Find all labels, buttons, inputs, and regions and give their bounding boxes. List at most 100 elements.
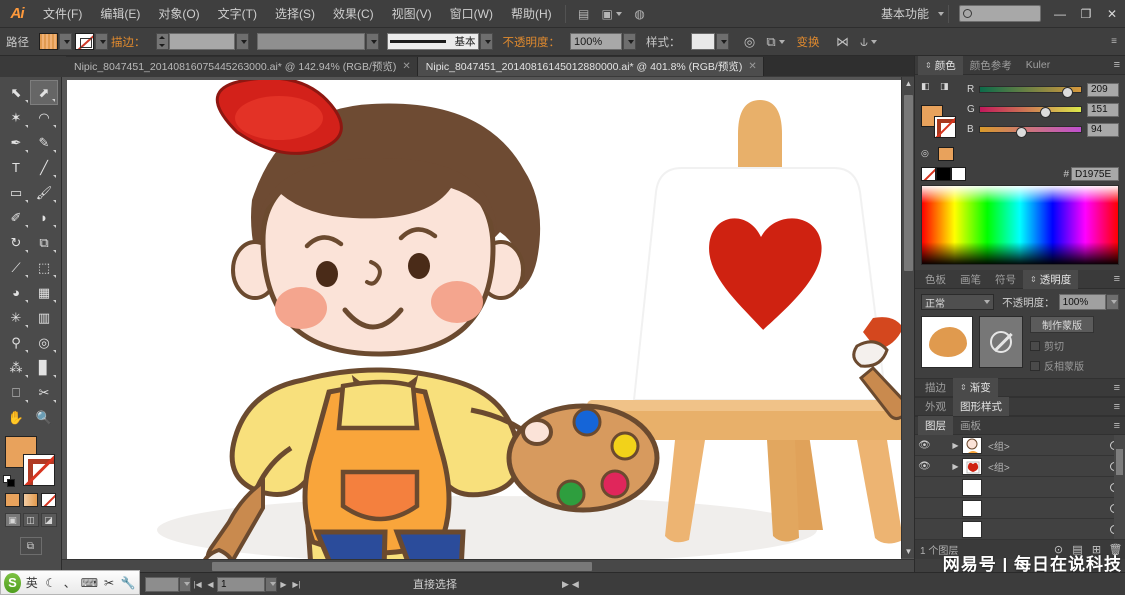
- tab-color-guide[interactable]: 颜色参考: [963, 56, 1019, 75]
- canvas-area[interactable]: ▲ ▼: [62, 77, 914, 572]
- current-tool-label[interactable]: 直接选择: [413, 576, 457, 592]
- bridge-icon[interactable]: ▤: [571, 3, 597, 25]
- default-fill-stroke-icon[interactable]: [2, 475, 17, 488]
- slider-knob-g[interactable]: [1039, 104, 1051, 118]
- layer-expand-icon[interactable]: ▶: [949, 441, 962, 450]
- ime-punctuation-icon[interactable]: 、: [62, 574, 78, 591]
- tab-kuler[interactable]: Kuler: [1019, 56, 1058, 75]
- control-bar-menu-icon[interactable]: ≡: [1111, 36, 1125, 46]
- status-scroll-right-icon[interactable]: ▶: [562, 579, 569, 590]
- tab-artboards[interactable]: 画板: [953, 416, 988, 435]
- layers-panel-menu-icon[interactable]: ≡: [1114, 420, 1125, 432]
- stroke-label[interactable]: 描边：: [111, 34, 146, 50]
- menu-object[interactable]: 对象(O): [149, 0, 208, 27]
- toolbar-stroke-swatch[interactable]: [22, 454, 55, 486]
- width-tool[interactable]: ⟋: [2, 255, 30, 280]
- color-none-icon[interactable]: ◎: [921, 148, 934, 160]
- mesh-tool[interactable]: ✳: [2, 305, 30, 330]
- slider-value-b[interactable]: 94: [1087, 122, 1119, 137]
- make-mask-button[interactable]: 制作蒙版: [1030, 316, 1094, 333]
- workspace-switcher[interactable]: 基本功能: [875, 5, 935, 22]
- restore-button[interactable]: ❐: [1073, 4, 1099, 24]
- ime-language-button[interactable]: 英: [24, 574, 40, 591]
- align-icon[interactable]: ⋈: [832, 32, 854, 52]
- opacity-dropdown[interactable]: [623, 33, 636, 50]
- scroll-up-icon[interactable]: ▲: [902, 77, 914, 90]
- artboard-tool[interactable]: ⎕: [2, 380, 30, 405]
- canvas-horizontal-scrollbar[interactable]: [62, 559, 914, 572]
- symbol-sprayer-tool[interactable]: ⁂: [2, 355, 30, 380]
- zoom-level-field[interactable]: [145, 576, 179, 592]
- screen-mode-button[interactable]: ⧉: [19, 537, 42, 555]
- paintbrush-tool[interactable]: 🖌: [30, 180, 58, 205]
- blob-brush-tool[interactable]: ◗: [30, 205, 58, 230]
- clip-checkbox[interactable]: [1030, 340, 1040, 351]
- hand-tool[interactable]: ✋: [2, 405, 30, 430]
- slider-knob-b[interactable]: [1016, 124, 1028, 138]
- last-color-swatch[interactable]: [938, 147, 954, 161]
- tab-color[interactable]: ⇕ 颜色: [918, 55, 963, 75]
- tab-layers[interactable]: 图层: [918, 416, 953, 435]
- transform-label[interactable]: 变换: [797, 34, 820, 50]
- object-thumbnail[interactable]: [921, 316, 973, 368]
- ime-moon-icon[interactable]: ☾: [43, 576, 59, 590]
- invert-mask-checkbox-row[interactable]: 反相蒙版: [1030, 358, 1119, 373]
- rectangle-tool[interactable]: ▭: [2, 180, 30, 205]
- ime-scissors-icon[interactable]: ✂: [101, 576, 117, 590]
- zoom-level-dropdown[interactable]: [179, 576, 191, 592]
- menu-effect[interactable]: 效果(C): [324, 0, 383, 27]
- menu-edit[interactable]: 编辑(E): [91, 0, 149, 27]
- tab-brushes[interactable]: 画笔: [953, 270, 988, 289]
- invert-mask-checkbox[interactable]: [1030, 360, 1040, 371]
- brush-definition-control[interactable]: 基本: [386, 33, 493, 50]
- color-spectrum-bar[interactable]: [921, 185, 1119, 265]
- tab-swatches[interactable]: 色板: [918, 270, 953, 289]
- stroke-dropdown-button[interactable]: [95, 33, 108, 50]
- table-row[interactable]: [915, 477, 1125, 498]
- tab-gradient[interactable]: ⇕ 渐变: [953, 378, 998, 397]
- sogou-logo-icon[interactable]: S: [4, 572, 21, 593]
- artboard-number-field[interactable]: 1: [217, 576, 265, 592]
- ime-toolbar[interactable]: S 英 ☾ 、 ⌨ ✂ 🔧: [0, 570, 140, 595]
- fill-indicator-icon[interactable]: ◧: [921, 81, 934, 93]
- minimize-button[interactable]: —: [1047, 4, 1073, 24]
- first-page-icon[interactable]: |◀: [191, 580, 204, 589]
- width-profile-dropdown[interactable]: [365, 33, 379, 50]
- stroke-swatch[interactable]: [75, 33, 94, 50]
- none-button[interactable]: [41, 493, 56, 507]
- stroke-weight-control[interactable]: [155, 33, 249, 50]
- horizontal-scroll-thumb[interactable]: [212, 562, 592, 571]
- eyedropper-tool[interactable]: ⚲: [2, 330, 30, 355]
- stroke-weight-dropdown[interactable]: [235, 33, 249, 50]
- artboard[interactable]: [67, 80, 901, 568]
- layer-visibility-icon[interactable]: 👁: [915, 461, 934, 472]
- slider-row-r[interactable]: R 209: [967, 81, 1119, 98]
- layer-name[interactable]: <组>: [982, 438, 1110, 453]
- pencil-tool[interactable]: ✐: [2, 205, 30, 230]
- status-bar-scroll-arrows[interactable]: ▶ ◀: [562, 579, 579, 590]
- canvas-vertical-scrollbar[interactable]: ▲ ▼: [901, 77, 914, 558]
- blend-tool[interactable]: ◎: [30, 330, 58, 355]
- artboard-navigation-dropdown[interactable]: [265, 576, 277, 592]
- layer-visibility-icon[interactable]: 👁: [915, 440, 934, 451]
- color-panel-menu-icon[interactable]: ≡: [1114, 59, 1125, 71]
- table-row[interactable]: [915, 498, 1125, 519]
- transparency-opacity-dropdown[interactable]: [1106, 294, 1119, 310]
- column-graph-tool[interactable]: ▊: [30, 355, 58, 380]
- graphic-style-dropdown[interactable]: [715, 33, 729, 50]
- color-stroke-swatch[interactable]: [934, 116, 956, 138]
- opacity-field[interactable]: 100%: [570, 33, 622, 50]
- layer-name[interactable]: <组>: [982, 459, 1110, 474]
- width-profile-field[interactable]: [256, 33, 365, 50]
- menu-file[interactable]: 文件(F): [34, 0, 91, 27]
- swatch-white[interactable]: [951, 167, 966, 181]
- pen-tool[interactable]: ✒: [2, 130, 30, 155]
- distribute-icon[interactable]: ⫝: [858, 32, 880, 52]
- table-row[interactable]: 👁 ▶ <组>: [915, 456, 1125, 477]
- last-page-icon[interactable]: ▶|: [290, 580, 303, 589]
- zoom-control[interactable]: |◀ ◀ 1 ▶ ▶|: [145, 576, 303, 592]
- layers-scroll-thumb[interactable]: [1116, 449, 1123, 475]
- slider-track-b[interactable]: [979, 124, 1082, 138]
- draw-normal-button[interactable]: ▣: [4, 513, 21, 527]
- line-segment-tool[interactable]: ╱: [30, 155, 58, 180]
